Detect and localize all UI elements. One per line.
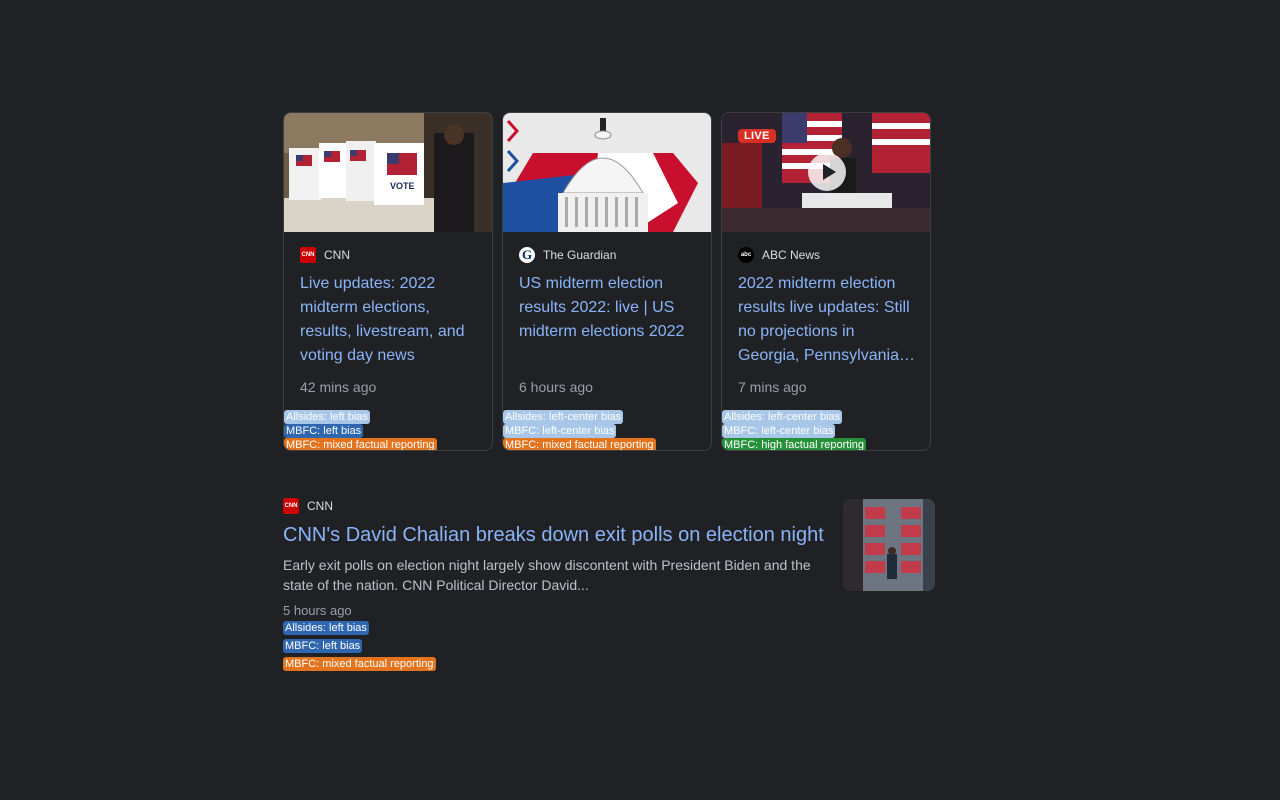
article-source: CNN CNN <box>283 498 333 514</box>
card-headline-link[interactable]: US midterm election results 2022: live |… <box>519 272 699 344</box>
allsides-bias-badge: Allsides: left-center bias <box>722 410 843 424</box>
mbfc-factual-badge: MBFC: mixed factual reporting <box>284 438 437 451</box>
allsides-bias-badge: Allsides: left bias <box>284 410 370 424</box>
top-stories-carousel: VOTE CNN CNN Live updates: 2022 midterm … <box>283 112 931 451</box>
svg-text:VOTE: VOTE <box>390 181 415 191</box>
article-headline-link[interactable]: CNN's David Chalian breaks down exit pol… <box>283 522 824 548</box>
allsides-bias-badge: Allsides: left bias <box>283 621 369 635</box>
article-timestamp: 5 hours ago <box>283 603 352 618</box>
mbfc-factual-badge: MBFC: high factual reporting <box>722 438 867 451</box>
card-timestamp: 42 mins ago <box>300 379 377 395</box>
news-article-result: CNN CNN CNN's David Chalian breaks down … <box>283 498 935 678</box>
source-name: The Guardian <box>543 248 617 262</box>
card-headline-link[interactable]: 2022 midterm election results live updat… <box>738 272 918 368</box>
news-card-abc[interactable]: LIVE abc ABC News 2022 midterm election … <box>721 112 931 451</box>
voting-booths-thumbnail[interactable]: VOTE <box>284 113 492 232</box>
cnn-logo-icon: CNN <box>300 247 316 263</box>
mbfc-bias-badge: MBFC: left-center bias <box>722 424 836 438</box>
card-source: abc ABC News <box>738 247 820 263</box>
capitol-dome-thumbnail[interactable] <box>503 113 711 232</box>
polling-station-thumbnail[interactable] <box>843 499 935 591</box>
card-source: CNN CNN <box>300 247 350 263</box>
play-icon[interactable] <box>808 153 846 191</box>
card-headline-link[interactable]: Live updates: 2022 midterm elections, re… <box>300 272 480 368</box>
bias-badges: Allsides: left-center bias MBFC: left-ce… <box>503 410 656 451</box>
bias-badges: Allsides: left bias MBFC: left bias MBFC… <box>284 410 437 451</box>
allsides-bias-badge: Allsides: left-center bias <box>503 410 624 424</box>
news-card-cnn[interactable]: VOTE CNN CNN Live updates: 2022 midterm … <box>283 112 493 451</box>
abc-logo-icon: abc <box>738 247 754 263</box>
source-name: ABC News <box>762 248 821 262</box>
cnn-logo-icon: CNN <box>283 498 299 514</box>
news-card-guardian[interactable]: G The Guardian US midterm election resul… <box>502 112 712 451</box>
article-snippet: Early exit polls on election night large… <box>283 557 811 593</box>
card-timestamp: 6 hours ago <box>519 379 593 395</box>
card-timestamp: 7 mins ago <box>738 379 807 395</box>
source-name: CNN <box>307 499 333 513</box>
mbfc-bias-badge: MBFC: left bias <box>284 424 364 438</box>
mbfc-factual-badge: MBFC: mixed factual reporting <box>283 657 436 671</box>
guardian-logo-icon: G <box>519 247 535 263</box>
mbfc-factual-badge: MBFC: mixed factual reporting <box>503 438 656 451</box>
bias-badges: Allsides: left-center bias MBFC: left-ce… <box>722 410 867 451</box>
live-badge: LIVE <box>738 129 776 143</box>
mbfc-bias-badge: MBFC: left-center bias <box>503 424 617 438</box>
source-name: CNN <box>324 248 350 262</box>
mbfc-bias-badge: MBFC: left bias <box>283 639 363 653</box>
bias-badges: Allsides: left bias MBFC: left bias MBFC… <box>283 621 436 675</box>
card-source: G The Guardian <box>519 247 616 263</box>
victory-speech-video-thumbnail[interactable]: LIVE <box>722 113 930 232</box>
